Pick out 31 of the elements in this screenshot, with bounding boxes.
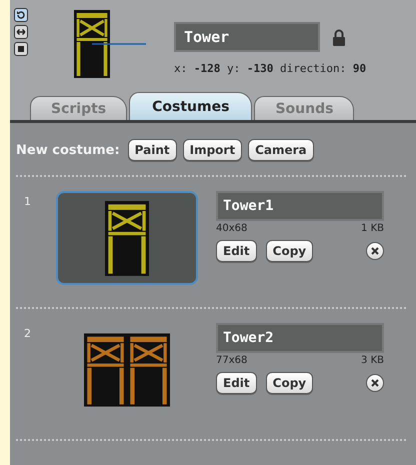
costume-button[interactable]: Copy [266,372,314,394]
new-costume-button[interactable]: Paint [128,139,177,161]
costume-file-size: 3 KB [361,355,384,366]
costume-button[interactable]: Edit [216,372,257,394]
costume-file-size: 1 KB [361,223,384,234]
sprite-name-field[interactable]: Tower [174,22,320,52]
rotate-icon [16,10,26,20]
costume-name-field[interactable]: Tower2 [216,323,384,353]
close-icon [371,247,379,255]
rotation-style-button[interactable] [14,42,28,56]
costume-dimensions: 40x68 [216,223,248,234]
square-icon [18,46,24,52]
sprite-coordinates: x: -128 y: -130 direction: 90 [174,62,366,75]
costume-name-field[interactable]: Tower1 [216,191,384,221]
close-icon [371,379,379,387]
delete-button[interactable] [366,242,384,260]
rotation-style-button[interactable] [14,8,28,22]
new-costume-button[interactable]: Camera [248,139,314,161]
costume-number: 2 [23,326,32,342]
costume-button[interactable]: Edit [216,240,257,262]
costume-thumbnail[interactable] [56,191,198,285]
left-right-arrow-icon [16,28,26,36]
rotation-style-button[interactable] [14,25,28,39]
costume-button[interactable]: Copy [266,240,314,262]
costume-number: 1 [23,194,32,210]
delete-button[interactable] [366,374,384,392]
new-costume-label: New costume: [16,142,120,158]
tab[interactable]: Costumes [129,92,252,120]
lock-icon [332,28,346,46]
new-costume-button[interactable]: Import [182,139,242,161]
costume-dimensions: 77x68 [216,355,248,366]
